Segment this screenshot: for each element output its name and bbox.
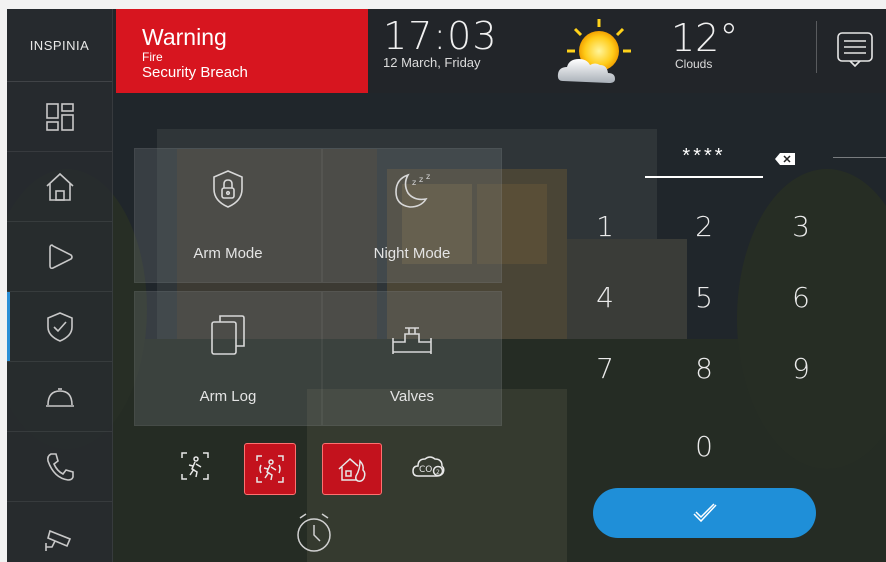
night-mode-tile[interactable]: z z z Night Mode xyxy=(322,148,502,283)
keypad-key-8[interactable]: 8 xyxy=(674,349,734,389)
brand-logo: INSPINIA xyxy=(7,9,112,82)
co2-cloud-icon: CO 2 xyxy=(412,456,445,477)
backspace-icon[interactable] xyxy=(774,152,796,166)
sidebar-item-home[interactable] xyxy=(7,152,112,222)
fire-alarm-button[interactable] xyxy=(322,443,382,495)
valve-icon xyxy=(392,327,432,354)
valves-tile[interactable]: Valves xyxy=(322,291,502,426)
phone-icon xyxy=(46,452,74,481)
alarm-clock-icon[interactable] xyxy=(294,510,334,554)
play-icon xyxy=(48,243,73,269)
svg-text:2: 2 xyxy=(436,469,440,476)
documents-icon xyxy=(211,315,245,355)
arm-log-tile[interactable]: Arm Log xyxy=(134,291,322,426)
dashboard-icon xyxy=(45,102,74,131)
motion-sensor-icon xyxy=(181,452,209,480)
shield-check-icon xyxy=(46,311,73,342)
svg-text:z: z xyxy=(412,178,416,187)
keypad-key-9[interactable]: 9 xyxy=(771,349,831,389)
clock-widget: 17:03 12 March, Friday xyxy=(383,15,498,70)
house-fire-icon xyxy=(338,457,366,482)
sidebar-item-dashboard[interactable] xyxy=(7,82,112,152)
weather-temperature: 12° xyxy=(671,16,739,60)
messages-icon[interactable] xyxy=(835,29,875,69)
pin-underline xyxy=(645,176,763,178)
arm-mode-label: Arm Mode xyxy=(193,245,263,262)
sidebar-item-services[interactable] xyxy=(7,362,112,432)
keypad-key-2[interactable]: 2 xyxy=(674,207,734,247)
sidebar-item-phone[interactable] xyxy=(7,432,112,502)
keypad-key-0[interactable]: 0 xyxy=(674,427,734,467)
motion-sensor-button[interactable] xyxy=(175,446,215,486)
cctv-camera-icon xyxy=(44,529,71,551)
clock-date: 12 March, Friday xyxy=(383,55,481,70)
pin-display: **** xyxy=(682,145,726,167)
home-icon xyxy=(45,172,74,201)
alert-subtitle: Fire xyxy=(142,50,163,64)
lock-icon xyxy=(213,170,243,208)
svg-text:z: z xyxy=(426,172,430,181)
confirm-button[interactable] xyxy=(593,488,816,538)
cloche-icon xyxy=(45,387,74,407)
alert-title: Warning xyxy=(142,24,227,50)
arm-mode-tile[interactable]: Arm Mode xyxy=(134,148,322,283)
co2-sensor-button[interactable]: CO 2 xyxy=(405,446,451,486)
night-mode-label: Night Mode xyxy=(373,245,451,262)
motion-sensor-icon xyxy=(256,455,284,483)
keypad-key-5[interactable]: 5 xyxy=(674,278,734,318)
sidebar-item-security[interactable] xyxy=(7,292,112,362)
security-screen: INSPINIA Warning Fire Security Breach 17… xyxy=(7,9,886,562)
keypad-key-1[interactable]: 1 xyxy=(575,207,635,247)
keypad-key-3[interactable]: 3 xyxy=(771,207,831,247)
arm-log-label: Arm Log xyxy=(199,388,257,405)
alert-message: Security Breach xyxy=(142,64,248,81)
keypad-key-4[interactable]: 4 xyxy=(575,278,635,318)
alert-banner[interactable]: Warning Fire Security Breach xyxy=(116,9,368,93)
sidebar: INSPINIA xyxy=(7,9,113,562)
sidebar-item-camera[interactable] xyxy=(7,502,112,562)
motion-alarm-button[interactable] xyxy=(244,443,296,495)
moon-zzz-icon: z z z xyxy=(395,172,430,208)
top-bar: Warning Fire Security Breach 17:03 12 Ma… xyxy=(113,9,886,93)
divider xyxy=(816,21,817,73)
divider xyxy=(833,157,886,158)
weather-widget: 12° Clouds xyxy=(671,17,738,71)
svg-text:z: z xyxy=(419,175,423,184)
valves-label: Valves xyxy=(390,388,434,405)
checkmark-icon xyxy=(692,503,717,523)
sidebar-item-scenes[interactable] xyxy=(7,222,112,292)
keypad-key-7[interactable]: 7 xyxy=(575,349,635,389)
clock-time: 17:03 xyxy=(383,14,498,58)
sun-behind-cloud-icon xyxy=(557,19,631,83)
keypad-key-6[interactable]: 6 xyxy=(771,278,831,318)
co2-label: CO xyxy=(419,465,432,475)
